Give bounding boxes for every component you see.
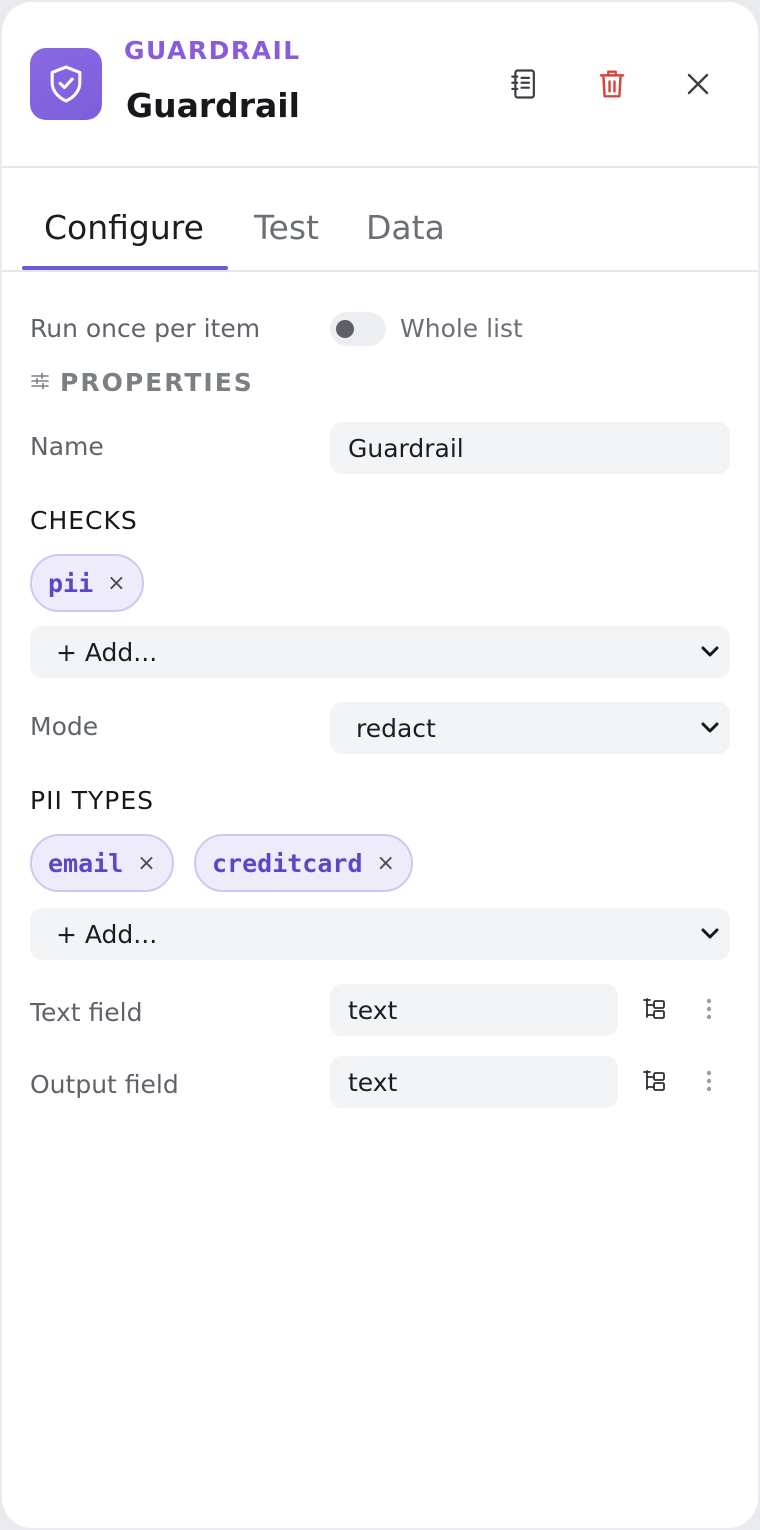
check-chip-pii: pii × bbox=[30, 554, 144, 612]
text-field-input[interactable]: text bbox=[330, 984, 618, 1036]
checks-add-text: + Add... bbox=[56, 637, 158, 667]
output-field-label: Output field bbox=[30, 1070, 179, 1099]
name-input[interactable]: Guardrail bbox=[330, 422, 730, 474]
checks-add-select[interactable]: + Add... bbox=[30, 626, 730, 678]
chevron-down-icon bbox=[698, 716, 722, 740]
checks-heading: CHECKS bbox=[30, 506, 138, 535]
pii-add-text: + Add... bbox=[56, 919, 158, 949]
pii-add-select[interactable]: + Add... bbox=[30, 908, 730, 960]
delete-button[interactable] bbox=[590, 64, 634, 108]
more-options-button[interactable] bbox=[694, 1068, 724, 1098]
chip-remove-button[interactable]: × bbox=[107, 571, 125, 596]
tab-bar: Configure Test Data bbox=[2, 170, 758, 272]
node-config-panel: GUARDRAIL Guardrail Configure Test Data … bbox=[2, 2, 758, 1528]
mode-label: Mode bbox=[30, 712, 99, 741]
tree-icon bbox=[642, 1068, 668, 1098]
close-icon bbox=[686, 72, 710, 100]
chevron-down-icon bbox=[698, 640, 722, 664]
output-field-input[interactable]: text bbox=[330, 1056, 618, 1108]
properties-heading: PROPERTIES bbox=[30, 368, 254, 397]
node-kind-label: GUARDRAIL bbox=[124, 36, 301, 65]
name-input-value: Guardrail bbox=[348, 433, 464, 463]
shield-check-icon bbox=[30, 48, 102, 120]
node-title: Guardrail bbox=[126, 86, 300, 125]
panel-header: GUARDRAIL Guardrail bbox=[2, 2, 758, 168]
close-button[interactable] bbox=[676, 64, 720, 108]
tab-configure[interactable]: Configure bbox=[44, 208, 204, 247]
sliders-icon bbox=[30, 371, 50, 395]
chip-label: pii bbox=[48, 568, 94, 598]
pii-chip-email: email × bbox=[30, 834, 174, 892]
chip-remove-button[interactable]: × bbox=[137, 851, 155, 876]
whole-list-label: Whole list bbox=[400, 314, 523, 343]
text-field-value: text bbox=[348, 995, 398, 1025]
output-field-value: text bbox=[348, 1067, 398, 1097]
vertical-dots-icon bbox=[705, 1069, 713, 1097]
name-label: Name bbox=[30, 432, 104, 461]
text-field-label: Text field bbox=[30, 998, 143, 1027]
whole-list-toggle[interactable] bbox=[330, 312, 386, 346]
chip-label: email bbox=[48, 848, 124, 878]
vertical-dots-icon bbox=[705, 997, 713, 1025]
active-tab-indicator bbox=[22, 266, 228, 270]
pii-types-heading: PII TYPES bbox=[30, 786, 155, 815]
pii-chip-creditcard: creditcard × bbox=[194, 834, 413, 892]
tab-data[interactable]: Data bbox=[366, 208, 445, 247]
run-mode-label: Run once per item bbox=[30, 314, 261, 343]
properties-heading-text: PROPERTIES bbox=[60, 368, 254, 397]
mode-select-value: redact bbox=[356, 713, 436, 743]
more-options-button[interactable] bbox=[694, 996, 724, 1026]
trash-icon bbox=[598, 68, 626, 104]
notebook-icon bbox=[509, 68, 539, 104]
chip-remove-button[interactable]: × bbox=[377, 851, 395, 876]
field-picker-button[interactable] bbox=[640, 996, 670, 1026]
chevron-down-icon bbox=[698, 922, 722, 946]
chip-label: creditcard bbox=[212, 848, 363, 878]
field-picker-button[interactable] bbox=[640, 1068, 670, 1098]
docs-button[interactable] bbox=[502, 64, 546, 108]
tab-test[interactable]: Test bbox=[254, 208, 319, 247]
tree-icon bbox=[642, 996, 668, 1026]
toggle-knob bbox=[336, 320, 354, 338]
mode-select[interactable]: redact bbox=[330, 702, 730, 754]
